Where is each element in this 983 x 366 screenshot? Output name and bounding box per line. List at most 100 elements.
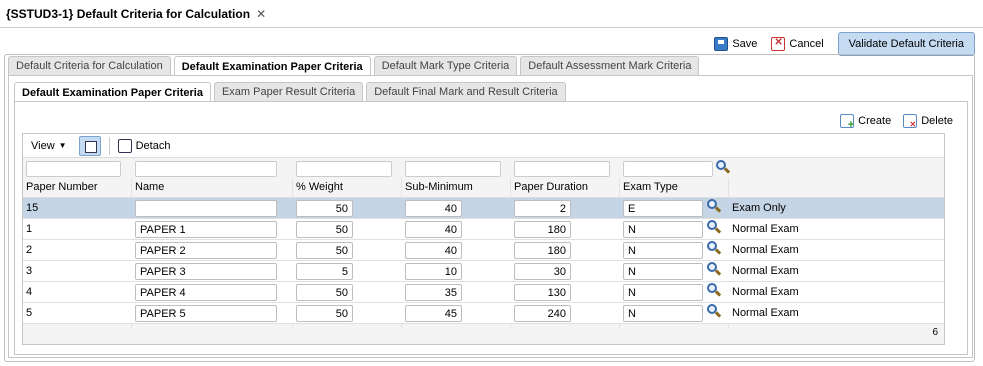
main-tabs: Default Criteria for Calculation Default… bbox=[8, 56, 700, 76]
search-icon[interactable] bbox=[707, 241, 722, 257]
table-row[interactable]: 15 Exam Only bbox=[23, 198, 944, 219]
exam-type-description: Normal Exam bbox=[732, 223, 799, 235]
sub-minimum-field[interactable] bbox=[405, 305, 462, 322]
subtab-default-final-mark-result-criteria[interactable]: Default Final Mark and Result Criteria bbox=[366, 82, 566, 101]
col-exam-type[interactable]: Exam Type bbox=[623, 181, 678, 193]
sub-minimum-field[interactable] bbox=[405, 284, 462, 301]
name-field[interactable] bbox=[135, 200, 277, 217]
name-field[interactable] bbox=[135, 221, 277, 238]
validate-default-criteria-button[interactable]: Validate Default Criteria bbox=[837, 32, 975, 56]
exam-type-field[interactable] bbox=[623, 221, 703, 238]
name-field[interactable] bbox=[135, 263, 277, 280]
toolbar-separator bbox=[108, 136, 110, 155]
top-toolbar: Save Cancel Validate Default Criteria bbox=[714, 32, 975, 56]
detach-icon bbox=[117, 138, 132, 153]
weight-field[interactable] bbox=[296, 221, 353, 238]
exam-type-field[interactable] bbox=[623, 305, 703, 322]
sub-minimum-field[interactable] bbox=[405, 263, 462, 280]
paper-duration-field[interactable] bbox=[514, 200, 571, 217]
weight-field[interactable] bbox=[296, 263, 353, 280]
create-label: Create bbox=[858, 115, 892, 127]
save-label: Save bbox=[732, 38, 758, 50]
subtab-exam-paper-result-criteria[interactable]: Exam Paper Result Criteria bbox=[213, 82, 364, 101]
filter-name[interactable] bbox=[135, 161, 277, 177]
grid-actions: Create Delete bbox=[840, 114, 953, 131]
chevron-down-icon: ▼ bbox=[58, 141, 67, 150]
search-icon[interactable] bbox=[707, 304, 722, 320]
view-label: View bbox=[31, 139, 55, 152]
search-icon[interactable] bbox=[707, 220, 722, 236]
search-icon[interactable] bbox=[716, 160, 731, 176]
paper-number-cell: 4 bbox=[26, 286, 33, 298]
weight-field[interactable] bbox=[296, 242, 353, 259]
search-icon[interactable] bbox=[707, 283, 722, 299]
delete-button[interactable]: Delete bbox=[903, 114, 953, 129]
weight-field[interactable] bbox=[296, 200, 353, 217]
create-button[interactable]: Create bbox=[840, 114, 892, 131]
col-paper-number[interactable]: Paper Number bbox=[26, 181, 98, 193]
exam-type-field[interactable] bbox=[623, 200, 703, 217]
table-row[interactable]: 4 Normal Exam bbox=[23, 282, 944, 303]
exam-type-field[interactable] bbox=[623, 242, 703, 259]
filter-exam-type[interactable] bbox=[623, 161, 713, 177]
table-row[interactable]: 2 Normal Exam bbox=[23, 240, 944, 261]
exam-type-field[interactable] bbox=[623, 263, 703, 280]
sub-tabs: Default Examination Paper Criteria Exam … bbox=[14, 82, 566, 102]
delete-label: Delete bbox=[921, 115, 953, 127]
filter-sub-minimum[interactable] bbox=[405, 161, 501, 177]
name-field[interactable] bbox=[135, 305, 277, 322]
tab-default-mark-type-criteria[interactable]: Default Mark Type Criteria bbox=[373, 56, 518, 75]
table-row[interactable]: 3 Normal Exam bbox=[23, 261, 944, 282]
col-paper-duration[interactable]: Paper Duration bbox=[514, 181, 588, 193]
sub-minimum-field[interactable] bbox=[405, 221, 462, 238]
paper-grid: View ▼ Detach Paper Number Name % Weight… bbox=[22, 133, 945, 345]
save-button[interactable]: Save bbox=[714, 37, 757, 51]
filter-weight[interactable] bbox=[296, 161, 392, 177]
paper-number-cell: 2 bbox=[26, 244, 33, 256]
paper-duration-field[interactable] bbox=[514, 305, 571, 322]
detach-button[interactable]: Detach bbox=[117, 138, 170, 153]
paper-duration-field[interactable] bbox=[514, 221, 571, 238]
save-icon bbox=[714, 37, 729, 51]
sub-minimum-field[interactable] bbox=[405, 200, 462, 217]
weight-field[interactable] bbox=[296, 284, 353, 301]
col-sub-minimum[interactable]: Sub-Minimum bbox=[405, 181, 473, 193]
paper-number-cell: 3 bbox=[26, 265, 33, 277]
tab-default-criteria[interactable]: Default Criteria for Calculation bbox=[8, 56, 171, 75]
exam-type-description: Normal Exam bbox=[732, 265, 799, 277]
cancel-icon bbox=[771, 37, 786, 51]
exam-type-description: Normal Exam bbox=[732, 286, 799, 298]
paper-duration-field[interactable] bbox=[514, 263, 571, 280]
tab-default-examination-paper-criteria[interactable]: Default Examination Paper Criteria bbox=[173, 56, 371, 76]
record-count: 6 bbox=[932, 327, 938, 338]
table-row[interactable]: 1 Normal Exam bbox=[23, 219, 944, 240]
window-title: {SSTUD3-1} Default Criteria for Calculat… bbox=[6, 6, 251, 21]
weight-field[interactable] bbox=[296, 305, 353, 322]
search-icon[interactable] bbox=[707, 262, 722, 278]
search-icon[interactable] bbox=[707, 199, 722, 215]
table-row[interactable]: 5 Normal Exam bbox=[23, 303, 944, 324]
name-field[interactable] bbox=[135, 242, 277, 259]
filter-paper-duration[interactable] bbox=[514, 161, 610, 177]
grid-toolbar: View ▼ Detach bbox=[23, 134, 944, 158]
close-icon[interactable]: ✕ bbox=[256, 7, 266, 21]
view-menu[interactable]: View ▼ bbox=[23, 140, 75, 152]
col-weight[interactable]: % Weight bbox=[296, 181, 343, 193]
delete-icon bbox=[903, 114, 918, 129]
name-field[interactable] bbox=[135, 284, 277, 301]
window-tab[interactable]: {SSTUD3-1} Default Criteria for Calculat… bbox=[0, 0, 983, 28]
cancel-label: Cancel bbox=[789, 38, 824, 50]
create-icon bbox=[840, 114, 855, 131]
subtab-default-examination-paper-criteria[interactable]: Default Examination Paper Criteria bbox=[14, 82, 211, 102]
filter-paper-number[interactable] bbox=[26, 161, 121, 177]
grid-edit-icon[interactable] bbox=[78, 135, 101, 156]
sub-minimum-field[interactable] bbox=[405, 242, 462, 259]
exam-type-description: Exam Only bbox=[732, 202, 786, 214]
cancel-button[interactable]: Cancel bbox=[771, 37, 824, 51]
tab-default-assessment-mark-criteria[interactable]: Default Assessment Mark Criteria bbox=[520, 56, 700, 75]
paper-duration-field[interactable] bbox=[514, 242, 571, 259]
paper-number-cell: 5 bbox=[26, 307, 33, 319]
paper-duration-field[interactable] bbox=[514, 284, 571, 301]
col-name[interactable]: Name bbox=[135, 181, 164, 193]
exam-type-field[interactable] bbox=[623, 284, 703, 301]
